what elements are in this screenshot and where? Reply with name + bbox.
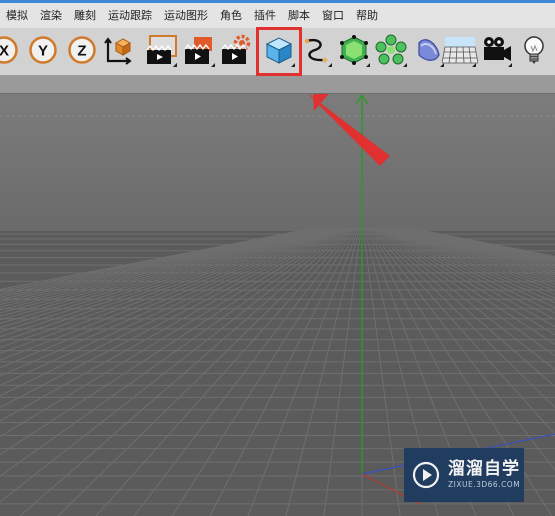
z-axis-lock-button[interactable]: Z bbox=[64, 31, 100, 69]
viewport-header-strip bbox=[0, 76, 555, 94]
submenu-corner-icon bbox=[328, 63, 332, 67]
submenu-corner-icon bbox=[173, 63, 177, 67]
watermark-logo: 溜溜自学 ZIXUE.3D66.COM bbox=[404, 448, 524, 502]
menu-mograph[interactable]: 运动图形 bbox=[158, 5, 214, 27]
subdivision-surface-icon[interactable] bbox=[336, 31, 372, 69]
menu-help[interactable]: 帮助 bbox=[350, 5, 384, 27]
play-logo-icon bbox=[412, 461, 440, 489]
watermark-title: 溜溜自学 bbox=[448, 459, 520, 479]
submenu-corner-icon bbox=[472, 63, 476, 67]
y-axis-label: Y bbox=[38, 43, 48, 60]
submenu-corner-icon bbox=[211, 63, 215, 67]
main-toolbar: X Y Z + bbox=[0, 28, 555, 76]
y-axis-lock-button[interactable]: Y bbox=[25, 31, 61, 69]
menu-motion-tracking[interactable]: 运动跟踪 bbox=[102, 5, 158, 27]
render-settings-icon[interactable] bbox=[218, 31, 254, 69]
viewport-background bbox=[0, 94, 555, 234]
render-view-icon[interactable] bbox=[143, 31, 179, 69]
watermark-url: ZIXUE.3D66.COM bbox=[448, 480, 521, 489]
menu-simulate[interactable]: 模拟 bbox=[0, 5, 34, 27]
z-axis-label: Z bbox=[77, 43, 86, 60]
menu-bar: 模拟 渲染 雕刻 运动跟踪 运动图形 角色 插件 脚本 窗口 帮助 bbox=[0, 0, 555, 28]
menu-script[interactable]: 脚本 bbox=[282, 5, 316, 27]
x-axis-label: X bbox=[0, 43, 9, 60]
submenu-corner-icon bbox=[366, 63, 370, 67]
menu-plugins[interactable]: 插件 bbox=[248, 5, 282, 27]
render-picture-viewer-icon[interactable] bbox=[181, 31, 217, 69]
menu-window[interactable]: 窗口 bbox=[316, 5, 350, 27]
cube-object-icon[interactable] bbox=[261, 31, 297, 69]
menu-render[interactable]: 渲染 bbox=[34, 5, 68, 27]
x-axis-lock-button[interactable]: X bbox=[0, 31, 22, 69]
spline-pen-icon[interactable]: + bbox=[298, 31, 334, 69]
floor-icon[interactable] bbox=[442, 31, 478, 69]
submenu-corner-icon bbox=[291, 63, 295, 67]
camera-icon[interactable] bbox=[478, 31, 514, 69]
submenu-corner-icon bbox=[508, 63, 512, 67]
light-icon[interactable] bbox=[516, 31, 552, 69]
menu-character[interactable]: 角色 bbox=[214, 5, 248, 27]
cloner-icon[interactable] bbox=[373, 31, 409, 69]
submenu-corner-icon bbox=[403, 63, 407, 67]
menu-sculpt[interactable]: 雕刻 bbox=[68, 5, 102, 27]
coordinate-system-icon[interactable] bbox=[100, 31, 136, 69]
deformer-icon[interactable] bbox=[410, 31, 446, 69]
